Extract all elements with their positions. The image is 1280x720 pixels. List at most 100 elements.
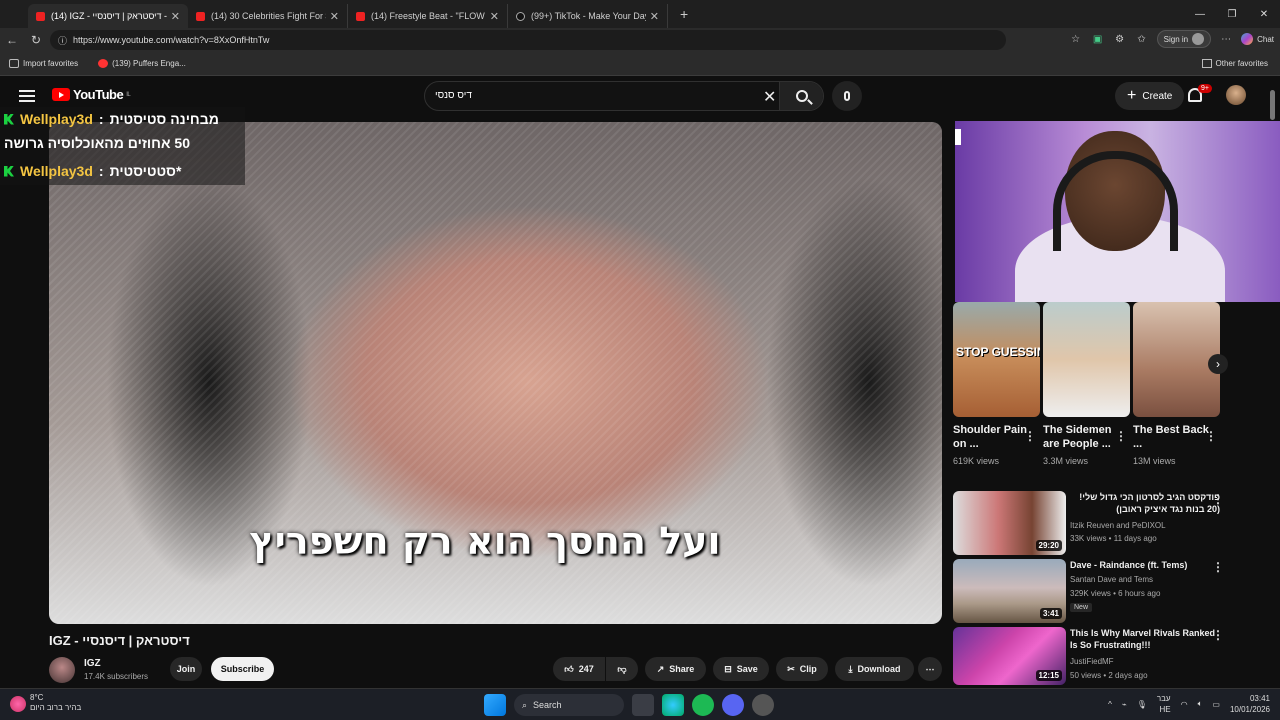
edge-icon[interactable] [662,694,684,716]
tab-tiktok[interactable]: (99+) TikTok - Make Your Day ✕ [508,4,668,28]
clip-button[interactable]: ✂ Clip [776,657,828,681]
video-thumbnail[interactable]: 12:15 [953,627,1066,685]
create-button[interactable]: + Create [1115,82,1185,110]
network-icon[interactable]: ⌁ [1122,700,1127,709]
mic-tray-icon[interactable]: 🎙︎ [1137,700,1147,709]
tab-igz[interactable]: (14) IGZ - דיסטראק | דיסנסיי - YouT ✕ [28,4,188,28]
extensions-puzzle-icon[interactable]: ⚙ [1113,32,1127,46]
video-duration: 29:20 [1035,540,1062,551]
volume-icon[interactable]: 🔈︎ [1198,699,1203,709]
channel-name[interactable]: Itzik Reuven and PeDIXOL [1070,521,1166,530]
account-avatar[interactable] [1226,85,1246,105]
more-options-icon[interactable]: ⋮ [1212,493,1224,505]
video-caption: ועל החסך הוא רק חשפריץ [249,519,721,563]
other-favorites[interactable]: Other favorites [1201,59,1268,68]
short-title[interactable]: The Best Back ... [1133,423,1211,451]
favorite-import[interactable]: Import favorites [9,59,78,68]
battery-icon[interactable]: ▭ [1212,700,1220,709]
more-options-icon[interactable]: ⋮ [1212,561,1224,573]
more-menu-icon[interactable]: ⋯ [1219,32,1233,46]
settings-icon[interactable] [752,694,774,716]
more-actions-button[interactable]: ⋯ [918,657,942,681]
voice-search-button[interactable] [832,81,862,111]
short-title[interactable]: The Sidemen are People ... [1043,423,1121,451]
search-button[interactable] [779,82,823,110]
profile-icon [1192,33,1205,45]
tab-celebrities[interactable]: (14) 30 Celebrities Fight For $1,000 ✕ [188,4,348,28]
clear-search-icon[interactable]: ✕ [763,87,776,107]
recommended-video[interactable]: 3:41 Dave - Raindance (ft. Tems) Santan … [953,559,1253,623]
language-indicator[interactable]: עבר HE [1157,693,1171,715]
save-button[interactable]: ⊟ Save [713,657,769,681]
recommended-video[interactable]: 29:20 פודקסט הגיב לסרטון הכי גדול שלי! (… [953,491,1253,555]
clock[interactable]: 03:41 10/01/2026 [1230,693,1270,715]
new-tab-icon[interactable]: + [680,6,688,22]
channel-name[interactable]: JustiFiedMF [1070,657,1114,666]
taskbar-search-label: Search [533,700,562,710]
chat-message: Wellplay3d : מבחינה סטיסטית [4,111,219,127]
back-icon[interactable]: ← [0,33,24,47]
task-view-icon[interactable] [632,694,654,716]
share-button[interactable]: ↗ Share [645,657,706,681]
sign-in-button[interactable]: Sign in [1156,30,1212,48]
close-tab-icon[interactable]: ✕ [330,10,339,23]
minimize-icon[interactable]: — [1184,9,1216,20]
close-tab-icon[interactable]: ✕ [650,10,659,23]
close-tab-icon[interactable]: ✕ [171,10,180,23]
taskbar-search[interactable]: ⌕ Search [514,694,624,716]
menu-icon[interactable] [19,90,35,102]
youtube-favicon-icon [98,59,109,68]
favorite-puffers[interactable]: (139) Puffers Enga... [98,59,186,68]
short-thumbnail[interactable] [1133,302,1220,417]
more-options-icon[interactable]: ⋮ [1212,629,1224,641]
short-title[interactable]: Shoulder Pain on ... [953,423,1031,451]
join-button[interactable]: Join [170,657,202,681]
toolbar-right: ☆ ▣ ⚙ ✩ Sign in ⋯ Chat [1069,30,1274,48]
wifi-icon[interactable]: ◠ [1181,700,1188,709]
more-options-icon[interactable]: ⋮ [1205,430,1217,442]
video-meta: 33K views • 11 days ago [1070,534,1157,543]
close-window-icon[interactable]: ✕ [1248,9,1280,20]
create-label: Create [1142,90,1173,102]
video-title[interactable]: Dave - Raindance (ft. Tems) [1070,559,1220,571]
video-title[interactable]: This Is Why Marvel Rivals Ranked Is So F… [1070,627,1220,651]
weather-widget[interactable]: 8°C בהיר ברוב היום [10,693,81,713]
video-title[interactable]: פודקסט הגיב לסרטון הכי גדול שלי! (20 בנו… [1070,491,1220,515]
recommended-video[interactable]: 12:15 This Is Why Marvel Rivals Ranked I… [953,627,1253,685]
more-options-icon[interactable]: ⋮ [1024,430,1036,442]
favorites-icon[interactable]: ✩ [1135,32,1149,46]
channel-avatar[interactable] [49,657,75,683]
channel-name[interactable]: Santan Dave and Tems [1070,575,1153,584]
maximize-icon[interactable]: ❐ [1216,9,1248,20]
shelf-next-icon[interactable]: › [1208,354,1228,374]
url-field[interactable]: ⓘ https://www.youtube.com/watch?v=8XxOnf… [50,30,1006,50]
video-thumbnail[interactable]: 29:20 [953,491,1066,555]
like-button[interactable]: 👍︎ 247 [553,657,605,681]
start-icon[interactable] [484,694,506,716]
youtube-logo[interactable]: YouTube IL [52,87,131,102]
site-info-icon[interactable]: ⓘ [58,34,67,47]
subscriber-count: 17.4K subscribers [84,672,149,681]
copilot-chat-button[interactable]: Chat [1241,33,1274,45]
dislike-button[interactable]: 👎︎ [606,657,638,681]
reload-icon[interactable]: ↻ [24,33,48,47]
tab-freestyle-beat[interactable]: (14) Freestyle Beat - "FLOW ZAZA" ✕ [348,4,508,28]
tab-title: (14) IGZ - דיסטראק | דיסנסיי - YouT [51,11,167,21]
favorite-star-icon[interactable]: ☆ [1069,32,1083,46]
page-scrollbar[interactable] [1270,90,1275,120]
short-views: 13M views [1133,456,1176,466]
search-input[interactable]: דיס סנסי [435,90,472,101]
short-thumbnail[interactable]: STOP GUESSING! [953,302,1040,417]
download-button[interactable]: ⤓ Download [835,657,914,681]
channel-name[interactable]: IGZ [84,658,101,669]
extension-icon[interactable]: ▣ [1091,32,1105,46]
search-box[interactable]: דיס סנסי ✕ [424,81,824,111]
close-tab-icon[interactable]: ✕ [490,10,499,23]
short-thumbnail[interactable] [1043,302,1130,417]
more-options-icon[interactable]: ⋮ [1115,430,1127,442]
spotify-icon[interactable] [692,694,714,716]
tray-chevron-icon[interactable]: ^ [1108,700,1112,709]
video-thumbnail[interactable]: 3:41 [953,559,1066,623]
discord-icon[interactable] [722,694,744,716]
subscribe-button[interactable]: Subscribe [211,657,274,681]
